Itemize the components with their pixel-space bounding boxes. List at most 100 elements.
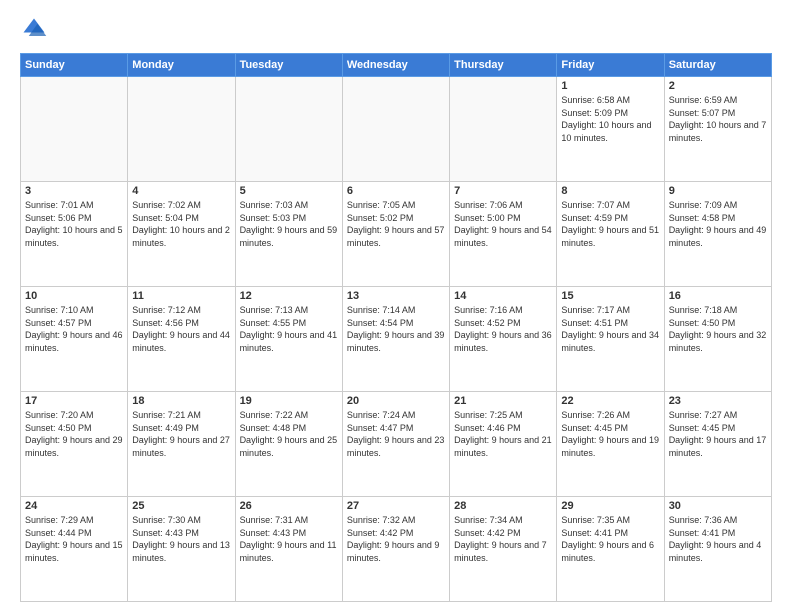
calendar-day-cell: 4 Sunrise: 7:02 AM Sunset: 5:04 PM Daylig… bbox=[128, 182, 235, 287]
day-number: 9 bbox=[669, 185, 767, 197]
weekday-header: Thursday bbox=[450, 54, 557, 77]
day-info: Sunrise: 6:59 AM Sunset: 5:07 PM Dayligh… bbox=[669, 94, 767, 144]
day-info: Sunrise: 7:05 AM Sunset: 5:02 PM Dayligh… bbox=[347, 199, 445, 249]
calendar-day-cell: 28 Sunrise: 7:34 AM Sunset: 4:42 PM Dayli… bbox=[450, 497, 557, 602]
calendar-day-cell: 2Sunrise: 6:59 AM Sunset: 5:07 PM Daylig… bbox=[664, 77, 771, 182]
calendar-day-cell bbox=[21, 77, 128, 182]
day-number: 4 bbox=[132, 185, 230, 197]
day-number: 19 bbox=[240, 395, 338, 407]
day-number: 17 bbox=[25, 395, 123, 407]
day-number: 12 bbox=[240, 290, 338, 302]
calendar-week-row: 10 Sunrise: 7:10 AM Sunset: 4:57 PM Dayli… bbox=[21, 287, 772, 392]
day-info: Sunrise: 7:34 AM Sunset: 4:42 PM Dayligh… bbox=[454, 514, 552, 564]
header bbox=[20, 15, 772, 43]
calendar-day-cell bbox=[450, 77, 557, 182]
calendar-week-row: 17 Sunrise: 7:20 AM Sunset: 4:50 PM Dayli… bbox=[21, 392, 772, 497]
day-info: Sunrise: 7:12 AM Sunset: 4:56 PM Dayligh… bbox=[132, 304, 230, 354]
day-number: 3 bbox=[25, 185, 123, 197]
calendar-day-cell: 3 Sunrise: 7:01 AM Sunset: 5:06 PM Daylig… bbox=[21, 182, 128, 287]
calendar-day-cell: 23 Sunrise: 7:27 AM Sunset: 4:45 PM Dayli… bbox=[664, 392, 771, 497]
day-info: Sunrise: 7:32 AM Sunset: 4:42 PM Dayligh… bbox=[347, 514, 445, 564]
day-number: 24 bbox=[25, 500, 123, 512]
day-info: Sunrise: 7:14 AM Sunset: 4:54 PM Dayligh… bbox=[347, 304, 445, 354]
day-info: Sunrise: 7:09 AM Sunset: 4:58 PM Dayligh… bbox=[669, 199, 767, 249]
day-info: Sunrise: 7:13 AM Sunset: 4:55 PM Dayligh… bbox=[240, 304, 338, 354]
calendar-day-cell bbox=[235, 77, 342, 182]
day-number: 28 bbox=[454, 500, 552, 512]
calendar-day-cell: 27 Sunrise: 7:32 AM Sunset: 4:42 PM Dayli… bbox=[342, 497, 449, 602]
day-info: Sunrise: 7:30 AM Sunset: 4:43 PM Dayligh… bbox=[132, 514, 230, 564]
day-number: 23 bbox=[669, 395, 767, 407]
day-number: 5 bbox=[240, 185, 338, 197]
day-info: Sunrise: 7:03 AM Sunset: 5:03 PM Dayligh… bbox=[240, 199, 338, 249]
calendar-day-cell: 6 Sunrise: 7:05 AM Sunset: 5:02 PM Daylig… bbox=[342, 182, 449, 287]
day-number: 21 bbox=[454, 395, 552, 407]
day-number: 29 bbox=[561, 500, 659, 512]
day-info: Sunrise: 7:27 AM Sunset: 4:45 PM Dayligh… bbox=[669, 409, 767, 459]
day-number: 22 bbox=[561, 395, 659, 407]
calendar-day-cell: 1 Sunrise: 6:58 AM Sunset: 5:09 PM Daylig… bbox=[557, 77, 664, 182]
calendar-day-cell: 25 Sunrise: 7:30 AM Sunset: 4:43 PM Dayli… bbox=[128, 497, 235, 602]
calendar-day-cell: 15Sunrise: 7:17 AM Sunset: 4:51 PM Dayli… bbox=[557, 287, 664, 392]
day-number: 26 bbox=[240, 500, 338, 512]
day-number: 25 bbox=[132, 500, 230, 512]
day-info: Sunrise: 7:02 AM Sunset: 5:04 PM Dayligh… bbox=[132, 199, 230, 249]
day-info: Sunrise: 7:16 AM Sunset: 4:52 PM Dayligh… bbox=[454, 304, 552, 354]
day-number: 18 bbox=[132, 395, 230, 407]
calendar-day-cell: 26Sunrise: 7:31 AM Sunset: 4:43 PM Dayli… bbox=[235, 497, 342, 602]
day-number: 10 bbox=[25, 290, 123, 302]
day-info: Sunrise: 7:29 AM Sunset: 4:44 PM Dayligh… bbox=[25, 514, 123, 564]
day-number: 27 bbox=[347, 500, 445, 512]
calendar-day-cell: 29 Sunrise: 7:35 AM Sunset: 4:41 PM Dayli… bbox=[557, 497, 664, 602]
day-info: Sunrise: 6:58 AM Sunset: 5:09 PM Dayligh… bbox=[561, 94, 659, 144]
calendar-day-cell: 17 Sunrise: 7:20 AM Sunset: 4:50 PM Dayli… bbox=[21, 392, 128, 497]
calendar-header-row: SundayMondayTuesdayWednesdayThursdayFrid… bbox=[21, 54, 772, 77]
logo bbox=[20, 15, 52, 43]
weekday-header: Monday bbox=[128, 54, 235, 77]
day-info: Sunrise: 7:07 AM Sunset: 4:59 PM Dayligh… bbox=[561, 199, 659, 249]
day-info: Sunrise: 7:26 AM Sunset: 4:45 PM Dayligh… bbox=[561, 409, 659, 459]
calendar-table: SundayMondayTuesdayWednesdayThursdayFrid… bbox=[20, 53, 772, 602]
calendar-day-cell: 13 Sunrise: 7:14 AM Sunset: 4:54 PM Dayli… bbox=[342, 287, 449, 392]
day-number: 14 bbox=[454, 290, 552, 302]
day-number: 6 bbox=[347, 185, 445, 197]
calendar-week-row: 24 Sunrise: 7:29 AM Sunset: 4:44 PM Dayli… bbox=[21, 497, 772, 602]
calendar-day-cell: 24 Sunrise: 7:29 AM Sunset: 4:44 PM Dayli… bbox=[21, 497, 128, 602]
weekday-header: Tuesday bbox=[235, 54, 342, 77]
day-number: 16 bbox=[669, 290, 767, 302]
calendar-day-cell: 18 Sunrise: 7:21 AM Sunset: 4:49 PM Dayli… bbox=[128, 392, 235, 497]
calendar-day-cell: 9 Sunrise: 7:09 AM Sunset: 4:58 PM Daylig… bbox=[664, 182, 771, 287]
calendar-day-cell bbox=[128, 77, 235, 182]
logo-icon bbox=[20, 15, 48, 43]
calendar-day-cell: 16 Sunrise: 7:18 AM Sunset: 4:50 PM Dayli… bbox=[664, 287, 771, 392]
day-info: Sunrise: 7:35 AM Sunset: 4:41 PM Dayligh… bbox=[561, 514, 659, 564]
day-number: 11 bbox=[132, 290, 230, 302]
day-info: Sunrise: 7:25 AM Sunset: 4:46 PM Dayligh… bbox=[454, 409, 552, 459]
day-info: Sunrise: 7:10 AM Sunset: 4:57 PM Dayligh… bbox=[25, 304, 123, 354]
day-info: Sunrise: 7:06 AM Sunset: 5:00 PM Dayligh… bbox=[454, 199, 552, 249]
day-info: Sunrise: 7:20 AM Sunset: 4:50 PM Dayligh… bbox=[25, 409, 123, 459]
calendar-day-cell: 19 Sunrise: 7:22 AM Sunset: 4:48 PM Dayli… bbox=[235, 392, 342, 497]
calendar-day-cell: 12 Sunrise: 7:13 AM Sunset: 4:55 PM Dayli… bbox=[235, 287, 342, 392]
day-number: 30 bbox=[669, 500, 767, 512]
day-info: Sunrise: 7:01 AM Sunset: 5:06 PM Dayligh… bbox=[25, 199, 123, 249]
day-info: Sunrise: 7:21 AM Sunset: 4:49 PM Dayligh… bbox=[132, 409, 230, 459]
weekday-header: Wednesday bbox=[342, 54, 449, 77]
calendar-day-cell: 11 Sunrise: 7:12 AM Sunset: 4:56 PM Dayli… bbox=[128, 287, 235, 392]
weekday-header: Saturday bbox=[664, 54, 771, 77]
calendar-day-cell: 7 Sunrise: 7:06 AM Sunset: 5:00 PM Daylig… bbox=[450, 182, 557, 287]
weekday-header: Sunday bbox=[21, 54, 128, 77]
calendar-day-cell bbox=[342, 77, 449, 182]
calendar-day-cell: 14 Sunrise: 7:16 AM Sunset: 4:52 PM Dayli… bbox=[450, 287, 557, 392]
day-number: 13 bbox=[347, 290, 445, 302]
day-info: Sunrise: 7:18 AM Sunset: 4:50 PM Dayligh… bbox=[669, 304, 767, 354]
day-number: 1 bbox=[561, 80, 659, 92]
day-info: Sunrise: 7:17 AM Sunset: 4:51 PM Dayligh… bbox=[561, 304, 659, 354]
day-number: 20 bbox=[347, 395, 445, 407]
calendar-day-cell: 8Sunrise: 7:07 AM Sunset: 4:59 PM Daylig… bbox=[557, 182, 664, 287]
day-info: Sunrise: 7:22 AM Sunset: 4:48 PM Dayligh… bbox=[240, 409, 338, 459]
day-info: Sunrise: 7:24 AM Sunset: 4:47 PM Dayligh… bbox=[347, 409, 445, 459]
calendar-day-cell: 5 Sunrise: 7:03 AM Sunset: 5:03 PM Daylig… bbox=[235, 182, 342, 287]
day-number: 7 bbox=[454, 185, 552, 197]
calendar-day-cell: 10 Sunrise: 7:10 AM Sunset: 4:57 PM Dayli… bbox=[21, 287, 128, 392]
